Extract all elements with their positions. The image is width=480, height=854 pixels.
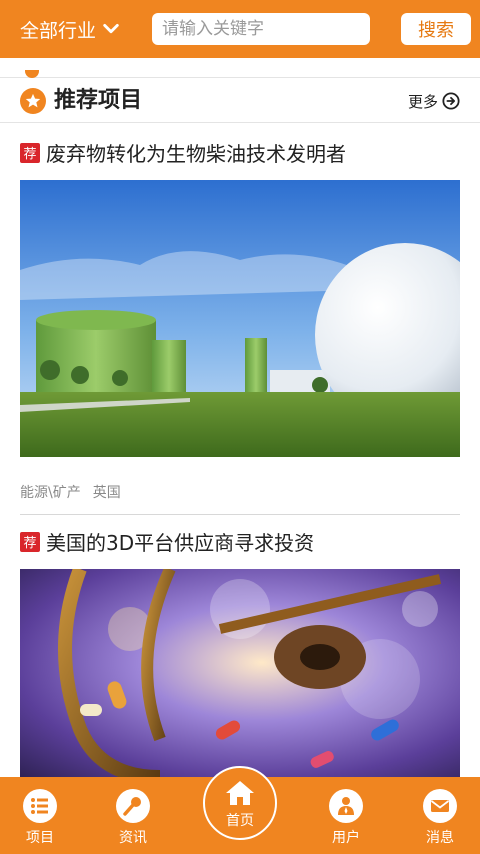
section-icon-partial <box>25 70 39 78</box>
recommended-badge: 荐 <box>20 531 40 552</box>
nav-label-user: 用户 <box>332 830 360 846</box>
search-button[interactable]: 搜索 <box>401 13 471 45</box>
card-image-biogas-plant[interactable] <box>20 180 460 457</box>
nav-tab-home[interactable]: 首页 <box>203 766 277 840</box>
envelope-icon <box>423 789 457 823</box>
arrow-right-circle-icon <box>442 92 460 110</box>
card-title-text: 美国的3D平台供应商寻求投资 <box>46 531 315 555</box>
list-icon <box>23 789 57 823</box>
section-title: 推荐项目 <box>54 88 143 113</box>
card-title-text: 废弃物转化为生物柴油技术发明者 <box>46 142 346 166</box>
user-icon <box>329 789 363 823</box>
card-meta: 能源\矿产 英国 <box>20 482 121 502</box>
card-category: 能源\矿产 <box>20 485 81 501</box>
recommended-section-header: 推荐项目 更多 <box>0 79 480 123</box>
recommended-badge: 荐 <box>20 142 40 163</box>
card-divider <box>20 514 460 515</box>
nav-label-home: 首页 <box>226 813 254 829</box>
nav-label-messages: 消息 <box>426 830 454 846</box>
nav-tab-messages[interactable]: 消息 <box>400 777 480 854</box>
industry-dropdown[interactable]: 全部行业 <box>20 0 120 58</box>
card-title-biodiesel[interactable]: 荐 废弃物转化为生物柴油技术发明者 <box>20 138 346 167</box>
card-country: 英国 <box>92 485 121 501</box>
card-image-medical[interactable] <box>20 569 460 777</box>
industry-dropdown-label: 全部行业 <box>20 19 97 42</box>
card-title-3d-platform[interactable]: 荐 美国的3D平台供应商寻求投资 <box>20 527 314 556</box>
more-link[interactable]: 更多 <box>408 87 460 115</box>
nav-tab-news[interactable]: 资讯 <box>93 777 173 854</box>
chevron-down-icon <box>103 23 119 34</box>
app-screen: 全部行业 搜索 推荐项目 更多 荐 废弃物转化为生物柴油技术发明者 <box>0 0 480 854</box>
microphone-icon <box>116 789 150 823</box>
nav-label-projects: 项目 <box>26 830 54 846</box>
home-icon <box>226 781 254 805</box>
nav-tab-user[interactable]: 用户 <box>306 777 386 854</box>
collapsed-section-strip <box>0 58 480 78</box>
star-icon <box>20 88 46 114</box>
more-label: 更多 <box>407 92 438 111</box>
nav-tab-projects[interactable]: 项目 <box>0 777 80 854</box>
search-input[interactable] <box>152 13 370 45</box>
top-bar: 全部行业 搜索 <box>0 0 480 58</box>
nav-label-news: 资讯 <box>119 830 147 846</box>
